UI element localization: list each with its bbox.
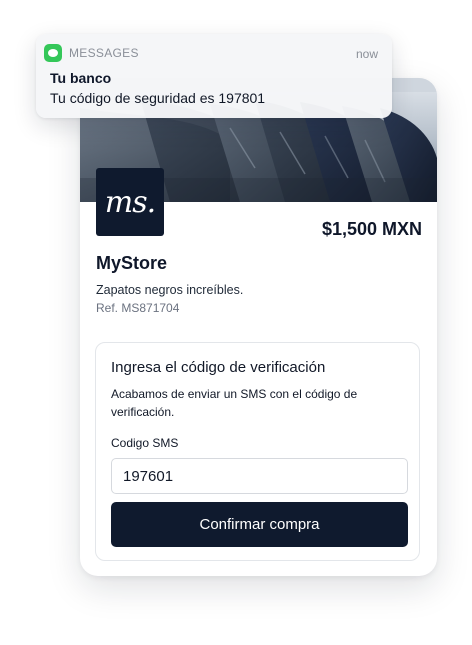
verification-instructions: Acabamos de enviar un SMS con el código … bbox=[111, 387, 358, 419]
store-logo-text: ms. bbox=[104, 184, 156, 220]
store-name: MyStore bbox=[96, 253, 168, 273]
product-price: $1,500 MXN bbox=[321, 219, 422, 239]
notification-app-name: MESSAGES bbox=[69, 46, 139, 60]
page: ms. $1,500 MXN MyStore Zapatos negros in… bbox=[0, 0, 472, 645]
verification-title: Ingresa el código de verificación bbox=[111, 359, 326, 376]
verification-panel: Ingresa el código de verificación Acabam… bbox=[95, 342, 420, 561]
sms-code-input[interactable] bbox=[111, 458, 408, 494]
sms-notification[interactable]: MESSAGES now Tu banco Tu código de segur… bbox=[36, 34, 392, 118]
notification-title: Tu banco bbox=[50, 70, 112, 86]
notification-time: now bbox=[355, 47, 378, 61]
notification-body: Tu código de seguridad es 197801 bbox=[50, 90, 266, 106]
product-description: Zapatos negros increíbles. bbox=[96, 283, 244, 297]
sms-code-label: Codigo SMS bbox=[111, 436, 179, 450]
product-reference: Ref. MS871704 bbox=[96, 301, 180, 315]
store-logo: ms. bbox=[96, 168, 164, 236]
checkout-card: ms. $1,500 MXN MyStore Zapatos negros in… bbox=[80, 78, 437, 576]
confirm-purchase-button[interactable]: Confirmar compra bbox=[111, 502, 408, 547]
messages-icon bbox=[44, 44, 62, 62]
